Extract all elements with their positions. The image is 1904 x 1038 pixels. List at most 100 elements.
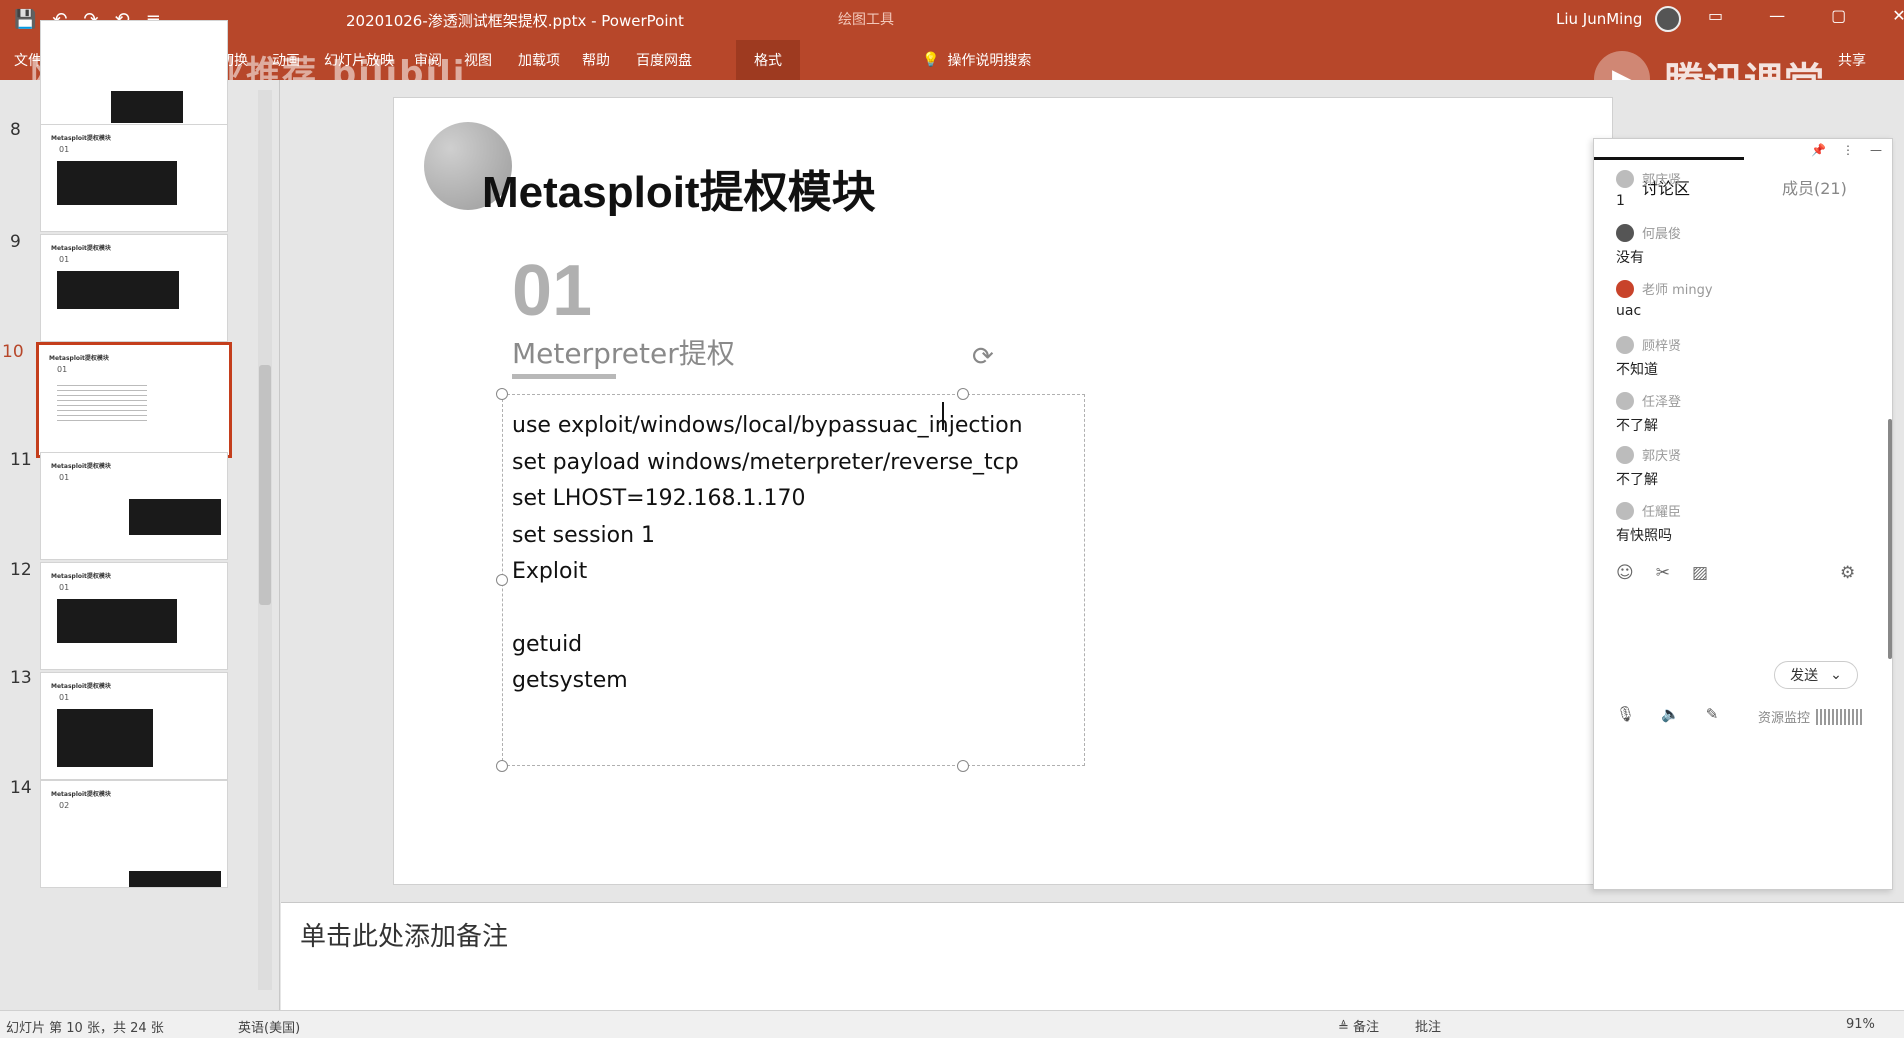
slide-thumbnail-7[interactable] — [40, 20, 228, 128]
avatar — [1616, 335, 1634, 354]
tab-format[interactable]: 格式 — [736, 40, 800, 80]
chat-settings-icon[interactable]: ⚙ — [1840, 563, 1855, 583]
resize-handle[interactable] — [957, 760, 969, 772]
message-sender: 任泽登 — [1616, 391, 1681, 410]
thumbnail-screenshot — [111, 91, 183, 123]
thumbnail-number: 14 — [10, 778, 32, 798]
resize-handle[interactable] — [496, 388, 508, 400]
thumbnail-title: Metasploit提权模块 — [51, 245, 111, 252]
status-bar: 幻灯片 第 10 张，共 24 张 英语(美国) ≜ 备注 批注 91% — [0, 1010, 1904, 1038]
right-scroll-edge — [1896, 80, 1904, 902]
sender-name: 郭庆贤 — [1642, 173, 1682, 188]
user-avatar[interactable] — [1655, 6, 1681, 32]
tab-help[interactable]: 帮助 — [582, 50, 610, 70]
code-line: use exploit/windows/local/bypassuac_inje… — [512, 413, 1023, 438]
emoji-icon[interactable]: ☺ — [1616, 563, 1634, 583]
resize-handle[interactable] — [496, 760, 508, 772]
avatar — [1616, 223, 1634, 242]
discussion-panel: 📌 ⋮ — 讨论区 成员(21) 郭庆贤 1 何晨俊 没有 老师 mingy u… — [1593, 138, 1893, 890]
thumbnail-title: Metasploit提权模块 — [51, 135, 111, 142]
save-icon[interactable]: 💾 — [14, 9, 36, 31]
sender-name: 任泽登 — [1642, 395, 1682, 410]
thumbnail-section-number: 01 — [57, 365, 68, 374]
message-sender: 郭庆贤 — [1616, 445, 1681, 464]
maximize-icon[interactable]: ▢ — [1831, 6, 1846, 25]
chat-scrollbar[interactable] — [1888, 419, 1892, 659]
title-bar: 💾 ↶ ↷ ⟲ ≡ 20201026-渗透测试框架提权.pptx - Power… — [0, 0, 1904, 40]
thumbnail-screenshot — [57, 271, 179, 309]
sender-name: 任耀臣 — [1642, 505, 1682, 520]
message-text: uac — [1616, 303, 1642, 319]
thumbnail-number: 10 — [2, 342, 24, 362]
screenshot-icon[interactable]: ✂ — [1656, 563, 1670, 583]
more-options-icon[interactable]: ⋮ — [1842, 143, 1854, 157]
resize-handle[interactable] — [496, 574, 508, 586]
user-name[interactable]: Liu JunMing — [1556, 10, 1642, 28]
slide-title[interactable]: Metasploit提权模块 — [482, 156, 876, 220]
code-line: set payload windows/meterpreter/reverse_… — [512, 449, 1019, 475]
share-button[interactable]: 共享 — [1838, 50, 1866, 70]
pen-icon[interactable]: ✎ — [1706, 705, 1719, 723]
microphone-icon[interactable]: 🎙 — [1616, 705, 1635, 723]
message-text: 没有 — [1616, 250, 1644, 266]
tab-members[interactable]: 成员(21) — [1782, 175, 1847, 199]
send-label: 发送 — [1790, 668, 1819, 684]
chat-toolbar: ☺ ✂ ▨ — [1616, 563, 1708, 583]
thumbnail-number: 9 — [10, 232, 21, 252]
panel-controls: 📌 ⋮ — — [1811, 143, 1882, 157]
avatar — [1616, 501, 1634, 520]
image-icon[interactable]: ▨ — [1692, 563, 1708, 583]
rotate-handle-icon[interactable]: ⟳ — [972, 342, 994, 372]
slide-thumbnail-9[interactable]: Metasploit提权模块 01 — [40, 234, 228, 342]
tab-addins[interactable]: 加载项 — [518, 50, 560, 70]
document-title: 20201026-渗透测试框架提权.pptx - PowerPoint — [346, 12, 684, 30]
thumbnail-screenshot — [57, 599, 177, 643]
slide-thumbnail-14[interactable]: Metasploit提权模块 02 — [40, 780, 228, 888]
drawing-tools-context-label: 绘图工具 — [838, 12, 894, 28]
sender-name: 何晨俊 — [1642, 227, 1682, 242]
notes-toggle-button[interactable]: ≜ 备注 — [1338, 1016, 1379, 1035]
zoom-level[interactable]: 91% — [1846, 1017, 1875, 1032]
comments-toggle-button[interactable]: 批注 — [1415, 1016, 1441, 1035]
close-icon[interactable]: ✕ — [1892, 6, 1904, 25]
thumbnail-scrollbar-thumb[interactable] — [259, 365, 271, 605]
pin-icon[interactable]: 📌 — [1811, 143, 1826, 157]
chevron-down-icon[interactable]: ⌄ — [1830, 667, 1842, 683]
speaker-icon[interactable]: 🔈 — [1661, 705, 1680, 723]
slide-thumbnail-10-selected[interactable]: Metasploit提权模块 01 — [36, 342, 232, 458]
resource-monitor[interactable]: 资源监控 — [1758, 707, 1863, 726]
message-text: 不了解 — [1616, 418, 1658, 434]
minimize-icon[interactable]: — — [1769, 6, 1785, 25]
ribbon-display-options-icon[interactable]: ▭ — [1708, 6, 1723, 25]
slide-thumbnail-8[interactable]: Metasploit提权模块 01 — [40, 124, 228, 232]
code-line: getuid — [512, 631, 583, 657]
thumbnail-title: Metasploit提权模块 — [51, 573, 111, 580]
message-sender: 老师 mingy — [1616, 279, 1713, 298]
avatar — [1616, 169, 1634, 188]
sender-name: 老师 mingy — [1642, 283, 1713, 298]
lightbulb-icon: 💡 — [922, 52, 940, 68]
sender-name: 顾梓贤 — [1642, 339, 1682, 354]
tell-me-search[interactable]: 💡 操作说明搜索 — [922, 50, 1031, 70]
resize-handle[interactable] — [957, 388, 969, 400]
slide-thumbnail-13[interactable]: Metasploit提权模块 01 — [40, 672, 228, 780]
section-title[interactable]: Meterpreter提权 — [512, 332, 735, 372]
notes-placeholder[interactable]: 单击此处添加备注 — [300, 916, 508, 953]
section-number[interactable]: 01 — [512, 250, 592, 332]
current-slide[interactable]: Metasploit提权模块 01 Meterpreter提权 ⟳ use ex… — [393, 97, 1613, 885]
notes-pane[interactable] — [281, 902, 1904, 1010]
tab-view[interactable]: 视图 — [464, 50, 492, 70]
slide-thumbnail-11[interactable]: Metasploit提权模块 01 — [40, 452, 228, 560]
minimize-panel-icon[interactable]: — — [1870, 143, 1882, 157]
thumbnail-screenshot — [129, 871, 221, 887]
send-button[interactable]: 发送 ⌄ — [1774, 661, 1858, 689]
slide-counter: 幻灯片 第 10 张，共 24 张 — [6, 1021, 164, 1036]
thumbnail-section-number: 01 — [59, 255, 70, 264]
language-indicator[interactable]: 英语(美国) — [238, 1017, 300, 1036]
slide-thumbnail-12[interactable]: Metasploit提权模块 01 — [40, 562, 228, 670]
message-text: 1 — [1616, 193, 1625, 209]
code-text[interactable]: use exploit/windows/local/bypassuac_inje… — [512, 408, 1023, 700]
tab-baidu-netdisk[interactable]: 百度网盘 — [636, 50, 692, 70]
message-text: 不知道 — [1616, 362, 1658, 378]
thumbnail-section-number: 01 — [59, 473, 70, 482]
